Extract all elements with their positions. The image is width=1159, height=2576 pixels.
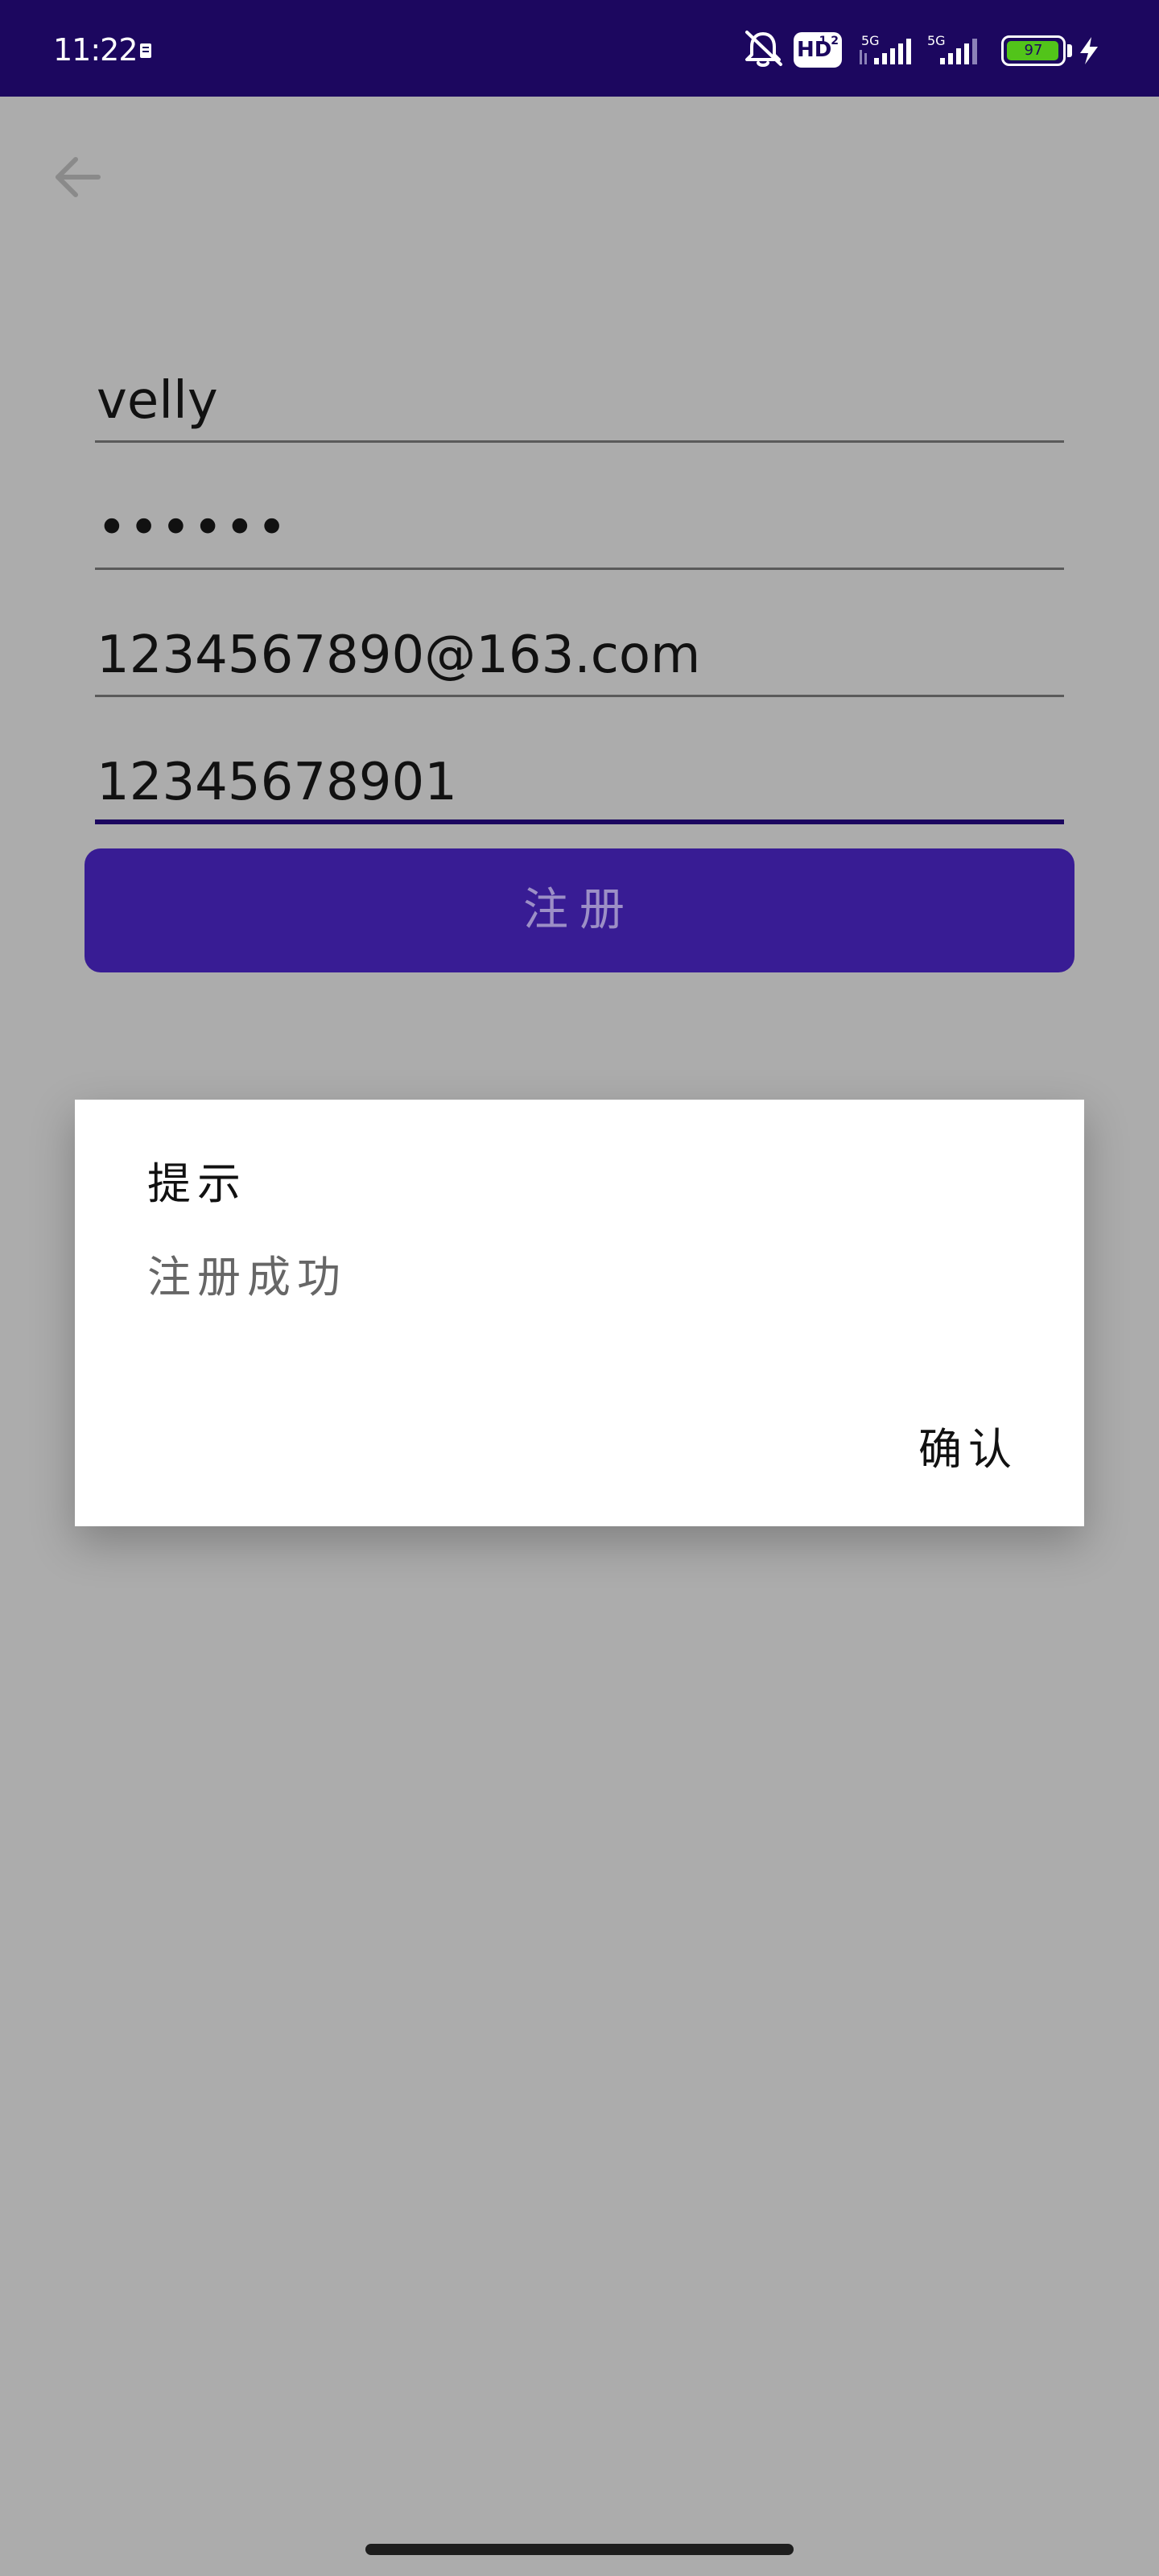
network-label: 5G [927, 33, 946, 48]
register-button[interactable]: 注册 [85, 848, 1074, 972]
back-button[interactable] [45, 145, 109, 209]
password-value: •••••• [97, 498, 289, 558]
notification-icon [140, 43, 151, 58]
arrow-left-icon [56, 157, 101, 197]
alert-dialog: 提示 注册成功 确认 [75, 1100, 1084, 1526]
home-indicator[interactable] [365, 2544, 794, 2555]
email-value: 1234567890@163.com [97, 625, 701, 685]
phone-value: 12345678901 [97, 753, 457, 812]
confirm-button[interactable]: 确认 [904, 1414, 1033, 1486]
mute-icon [745, 31, 782, 67]
battery-level: 97 [1024, 42, 1043, 59]
hd-sub-label: 1 2 [819, 35, 839, 47]
phone-underline [95, 819, 1064, 824]
phone-field[interactable]: 12345678901 [95, 736, 1064, 824]
username-field[interactable]: velly [95, 354, 1064, 443]
charging-icon [1080, 37, 1098, 64]
dialog-title: 提示 [147, 1158, 247, 1209]
battery-tip [1067, 44, 1072, 57]
status-bar: 11:22 HD 1 2 5G 5G 97 [0, 0, 1159, 97]
status-time: 11:22 [53, 32, 138, 68]
signal-icon: 5G [927, 33, 977, 64]
signal-icon: 5G [860, 33, 911, 64]
hd-icon: HD 1 2 [794, 32, 842, 68]
username-underline [95, 440, 1064, 443]
email-underline [95, 695, 1064, 697]
battery-icon: 97 [1001, 35, 1066, 66]
email-field[interactable]: 1234567890@163.com [95, 609, 1064, 697]
username-value: velly [97, 371, 218, 431]
password-underline [95, 568, 1064, 570]
network-label: 5G [861, 33, 880, 48]
dialog-message: 注册成功 [147, 1252, 347, 1302]
password-field[interactable]: •••••• [95, 481, 1064, 570]
